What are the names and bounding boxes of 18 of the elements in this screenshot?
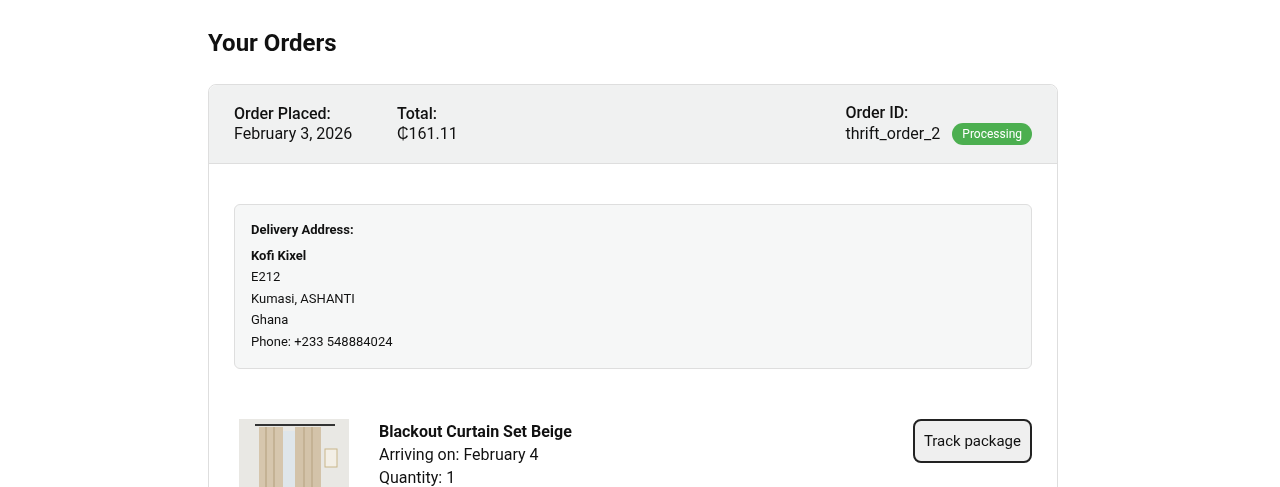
quantity: Quantity: 1 [379,467,457,487]
order-placed-label: Order Placed: [234,104,332,124]
order-id-label: Order ID: [845,103,910,123]
order-id-value: thrift_order_2 [845,124,941,144]
address-line: Ghana [251,311,290,329]
total-label: Total: [397,104,438,124]
arrival-date: Arriving on: February 4 [379,444,540,466]
total-value: ₵161.11 [397,124,459,144]
recipient-name: Kofi Kixel [251,246,308,265]
address-line: E212 [251,268,282,286]
track-package-button[interactable]: Track package [912,419,1032,463]
order-placed-value: February 3, 2026 [234,124,354,144]
product-title: Blackout Curtain Set Beige [379,421,573,443]
address-heading: Delivery Address: [251,221,355,239]
address-line: Kumasi, ASHANTI [251,289,356,308]
address-line: Phone: +233 548884024 [251,332,394,351]
page-title: Your Orders [208,28,338,58]
status-badge: Processing [952,123,1032,145]
